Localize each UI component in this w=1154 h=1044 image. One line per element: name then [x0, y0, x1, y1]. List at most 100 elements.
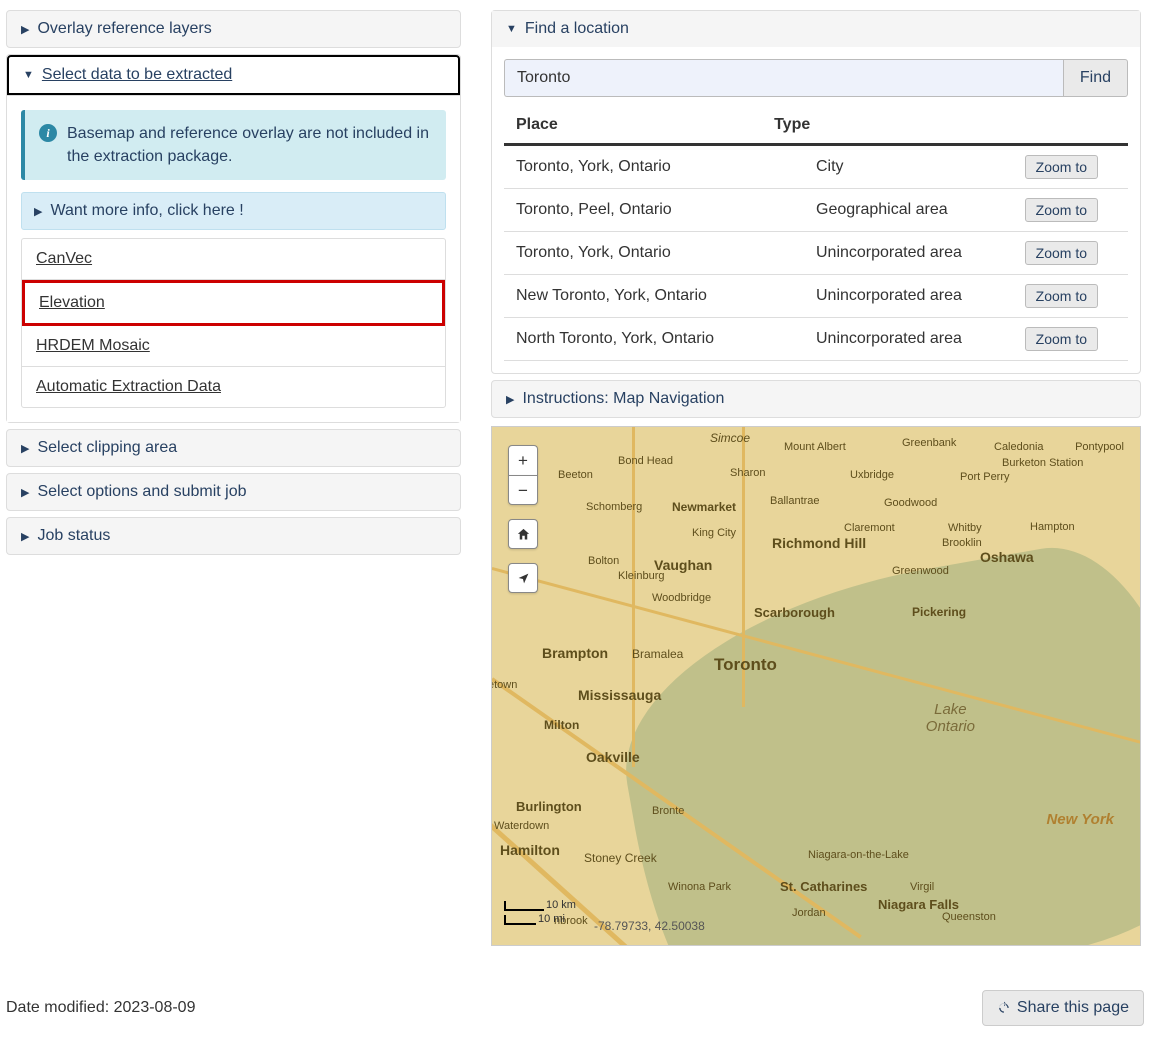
place-mount-albert: Mount Albert [784, 441, 846, 453]
place-niagara-on-the-lake: Niagara-on-the-Lake [808, 849, 909, 861]
place-virgil: Virgil [910, 881, 934, 893]
place-st-catharines: St. Catharines [780, 879, 867, 894]
place-pontypool: Pontypool [1075, 441, 1124, 453]
overlay-reference-layers-header[interactable]: ▶ Overlay reference layers [7, 11, 460, 47]
home-extent-button[interactable] [508, 519, 538, 549]
place-brampton: Brampton [542, 645, 608, 661]
data-item-hrdem[interactable]: HRDEM Mosaic [22, 326, 445, 367]
chevron-down-icon: ▼ [23, 69, 34, 81]
instructions-label: Instructions: Map Navigation [522, 390, 724, 408]
place-bronte: Bronte [652, 805, 684, 817]
find-button[interactable]: Find [1063, 59, 1128, 97]
place-bond-head: Bond Head [618, 455, 673, 467]
place-uxbridge: Uxbridge [850, 469, 894, 481]
data-item-auto-extraction[interactable]: Automatic Extraction Data [22, 367, 445, 407]
place-sharon: Sharon [730, 467, 765, 479]
data-item-canvec[interactable]: CanVec [22, 239, 445, 280]
share-page-button[interactable]: Share this page [982, 990, 1144, 1026]
cell-place: Toronto, York, Ontario [504, 146, 804, 189]
cell-place: Toronto, York, Ontario [504, 232, 804, 275]
col-action [998, 107, 1128, 144]
chevron-right-icon: ▶ [506, 393, 514, 406]
cell-type: City [804, 146, 997, 189]
chevron-down-icon: ▼ [506, 23, 517, 35]
table-row: North Toronto, York, Ontario Unincorpora… [504, 318, 1128, 361]
place-hampton: Hampton [1030, 521, 1075, 533]
cell-type: Unincorporated area [804, 232, 997, 275]
map-canvas[interactable]: LakeOntario Toronto Simcoe Newmarket Ric… [491, 426, 1141, 946]
map-scale: 10 km 10 mi [504, 899, 576, 925]
zoom-to-button[interactable]: Zoom to [1025, 241, 1098, 265]
results-scroll[interactable]: Toronto, York, Ontario City Zoom to Toro… [504, 145, 1128, 361]
place-milton: Milton [544, 718, 579, 732]
place-jordan: Jordan [792, 907, 826, 919]
want-more-label: Want more info, click here ! [50, 202, 243, 220]
locate-button[interactable] [508, 563, 538, 593]
road-line [632, 427, 635, 767]
chevron-right-icon: ▶ [21, 530, 29, 543]
place-etown: etown [491, 679, 517, 691]
place-greenbank: Greenbank [902, 437, 956, 449]
select-data-body: i Basemap and reference overlay are not … [7, 95, 460, 422]
select-clipping-area-header[interactable]: ▶ Select clipping area [7, 430, 460, 466]
status-label: Job status [37, 527, 110, 545]
chevron-right-icon: ▶ [21, 442, 29, 455]
select-data-label: Select data to be extracted [42, 66, 232, 84]
place-kleinburg: Kleinburg [618, 570, 664, 582]
options-label: Select options and submit job [37, 483, 246, 501]
cell-place: Toronto, Peel, Ontario [504, 189, 804, 232]
zoom-to-button[interactable]: Zoom to [1025, 284, 1098, 308]
find-location-header[interactable]: ▼ Find a location [492, 11, 1140, 47]
place-queenston: Queenston [942, 911, 996, 923]
chevron-right-icon: ▶ [21, 486, 29, 499]
place-oshawa: Oshawa [980, 549, 1034, 565]
data-item-elevation[interactable]: Elevation [22, 280, 445, 326]
place-king-city: King City [692, 527, 736, 539]
place-greenwood: Greenwood [892, 565, 949, 577]
share-icon [997, 1001, 1011, 1015]
place-goodwood: Goodwood [884, 497, 937, 509]
place-woodbridge: Woodbridge [652, 592, 711, 604]
zoom-to-button[interactable]: Zoom to [1025, 198, 1098, 222]
table-row: Toronto, York, Ontario City Zoom to [504, 146, 1128, 189]
find-location-label: Find a location [525, 20, 629, 38]
location-arrow-icon [517, 572, 530, 585]
cell-place: New Toronto, York, Ontario [504, 275, 804, 318]
place-schomberg: Schomberg [586, 501, 642, 513]
place-bolton: Bolton [588, 555, 619, 567]
home-icon [516, 527, 531, 542]
place-new-york: New York [1046, 811, 1114, 828]
zoom-in-button[interactable]: + [508, 445, 538, 475]
date-modified: Date modified: 2023-08-09 [6, 999, 195, 1017]
chevron-right-icon: ▶ [34, 205, 42, 218]
cell-type: Geographical area [804, 189, 997, 232]
zoom-out-button[interactable]: − [508, 475, 538, 505]
location-search-input[interactable] [504, 59, 1063, 97]
col-place: Place [504, 107, 762, 144]
instructions-header[interactable]: ▶ Instructions: Map Navigation [492, 381, 1140, 417]
job-status-header[interactable]: ▶ Job status [7, 518, 460, 554]
select-options-header[interactable]: ▶ Select options and submit job [7, 474, 460, 510]
place-simcoe: Simcoe [710, 431, 750, 445]
clipping-label: Select clipping area [37, 439, 177, 457]
table-row: Toronto, Peel, Ontario Geographical area… [504, 189, 1128, 232]
cell-type: Unincorporated area [804, 275, 997, 318]
lake-ontario-label: LakeOntario [926, 702, 975, 735]
place-richmond-hill: Richmond Hill [772, 535, 866, 551]
place-mississauga: Mississauga [578, 687, 661, 703]
select-data-header[interactable]: ▼ Select data to be extracted [7, 55, 460, 95]
place-scarborough: Scarborough [754, 605, 835, 620]
place-niagara-falls: Niagara Falls [878, 897, 959, 912]
place-waterdown: Waterdown [494, 820, 549, 832]
basemap-alert: i Basemap and reference overlay are not … [21, 110, 446, 180]
place-ballantrae: Ballantrae [770, 495, 820, 507]
place-port-perry: Port Perry [960, 471, 1010, 483]
info-icon: i [39, 124, 57, 142]
zoom-to-button[interactable]: Zoom to [1025, 155, 1098, 179]
place-whitby: Whitby [948, 522, 982, 534]
place-burlington: Burlington [516, 799, 582, 814]
want-more-info-header[interactable]: ▶ Want more info, click here ! [21, 192, 446, 230]
place-stoney-creek: Stoney Creek [584, 851, 657, 865]
zoom-to-button[interactable]: Zoom to [1025, 327, 1098, 351]
place-beeton: Beeton [558, 469, 593, 481]
